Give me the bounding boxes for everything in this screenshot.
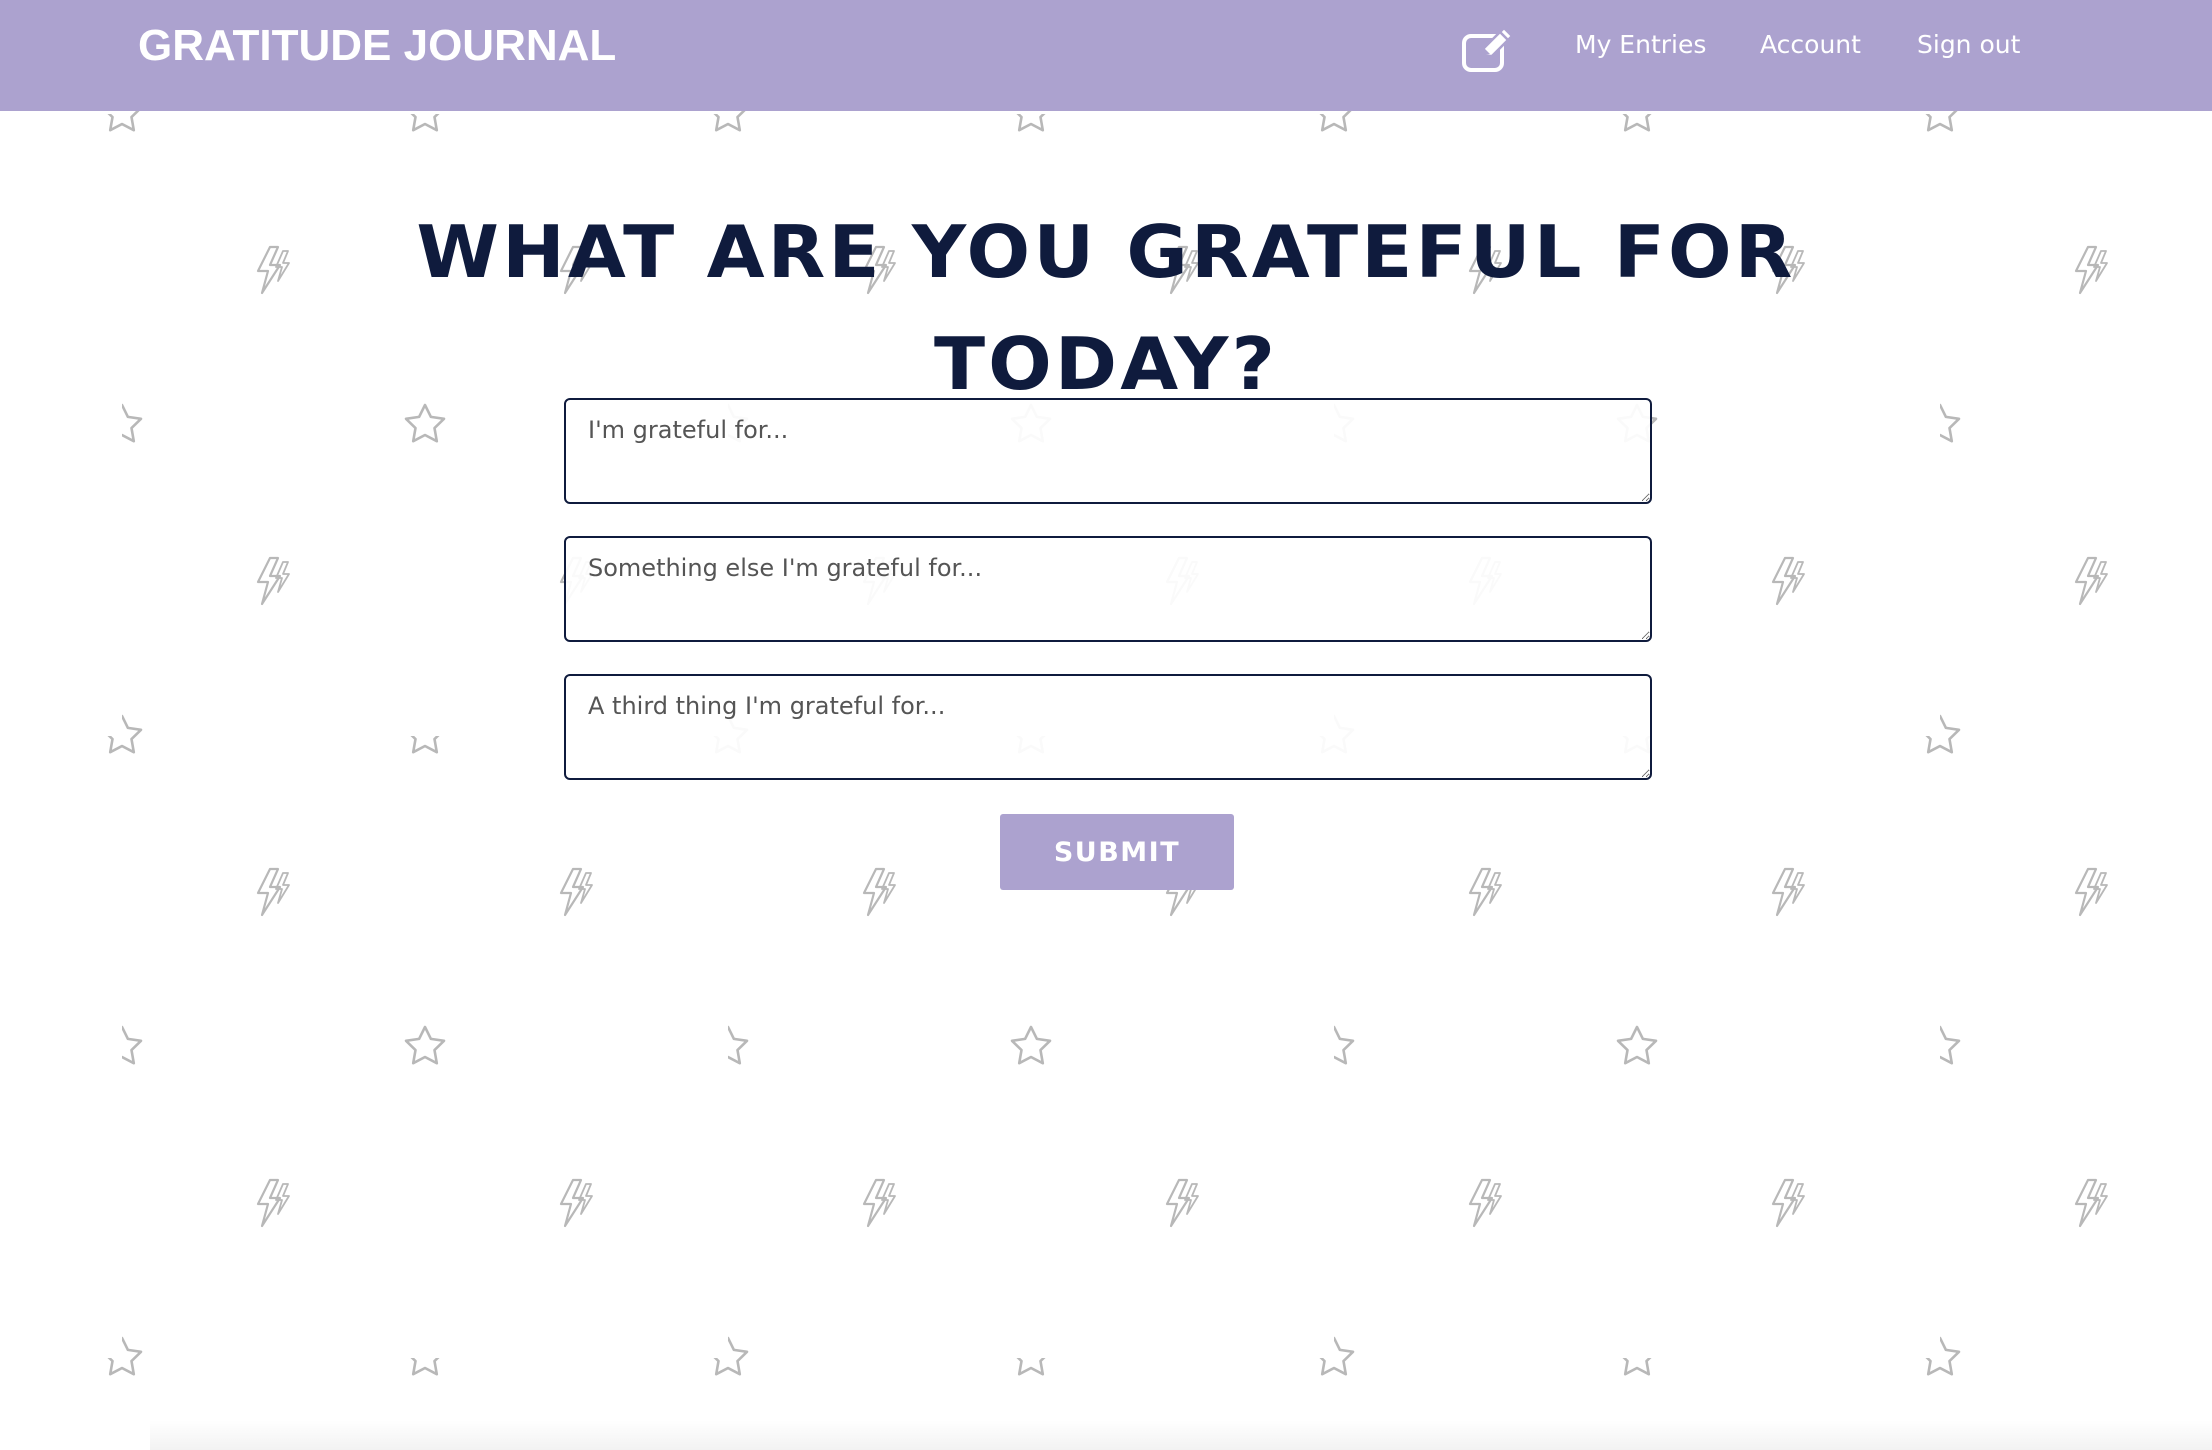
nav-link-account[interactable]: Account	[1760, 28, 1861, 62]
app-page: GRATITUDE JOURNAL My Entries Account Sig…	[0, 0, 2212, 1450]
top-navbar: GRATITUDE JOURNAL My Entries Account Sig…	[0, 0, 2212, 111]
gratitude-field-2[interactable]	[564, 536, 1652, 642]
page-title-line-1: WHAT ARE YOU GRATEFUL FOR	[416, 210, 1796, 294]
nav-link-my-entries[interactable]: My Entries	[1575, 28, 1706, 62]
page-title: WHAT ARE YOU GRATEFUL FOR TODAY?	[0, 196, 2212, 420]
nav-link-sign-out[interactable]: Sign out	[1917, 28, 2020, 62]
pencil-square-icon[interactable]	[1460, 26, 1516, 74]
page-bottom-shadow	[150, 1420, 2212, 1450]
brand-title[interactable]: GRATITUDE JOURNAL	[138, 20, 616, 72]
gratitude-field-1[interactable]	[564, 398, 1652, 504]
gratitude-field-3[interactable]	[564, 674, 1652, 780]
submit-button[interactable]: SUBMIT	[1000, 814, 1234, 890]
